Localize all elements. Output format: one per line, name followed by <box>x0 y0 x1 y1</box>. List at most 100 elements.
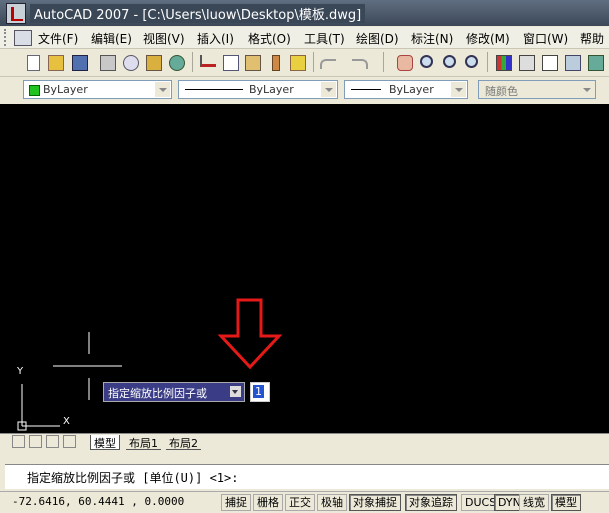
dynamic-input-tooltip: 指定缩放比例因子或 <box>103 382 245 402</box>
linetype-combo[interactable]: ByLayer <box>178 80 338 99</box>
next-tab-button[interactable] <box>46 435 59 448</box>
redo-icon <box>352 59 368 69</box>
linetype-value: ByLayer <box>249 83 294 96</box>
print-icon <box>100 55 116 71</box>
otrack-button[interactable]: 对象追踪 <box>405 494 457 511</box>
sheet-set-button[interactable] <box>563 53 581 71</box>
standard-toolbar <box>0 49 609 77</box>
grid-button[interactable]: 栅格 <box>253 494 283 511</box>
publish-button[interactable] <box>144 53 162 71</box>
print-button[interactable] <box>98 53 116 71</box>
osnap-button[interactable]: 对象捕捉 <box>349 494 401 511</box>
tab-model[interactable]: 模型 <box>90 435 120 450</box>
save-button[interactable] <box>70 53 88 71</box>
properties-button[interactable] <box>494 53 512 71</box>
menu-modify[interactable]: 修改(M) <box>466 30 510 47</box>
properties-icon <box>496 55 512 71</box>
redo-button[interactable] <box>350 53 374 71</box>
print-preview-icon <box>123 55 139 71</box>
pan-button[interactable] <box>395 53 413 71</box>
menu-draw[interactable]: 绘图(D) <box>356 30 399 47</box>
prev-tab-button[interactable] <box>29 435 42 448</box>
snap-button[interactable]: 捕捉 <box>221 494 251 511</box>
dynamic-input-box[interactable]: 1 <box>250 382 270 402</box>
menu-bar: 文件(F) 编辑(E) 视图(V) 插入(I) 格式(O) 工具(T) 绘图(D… <box>0 27 609 49</box>
options-dropdown-icon[interactable] <box>230 386 241 397</box>
down-arrow-icon <box>217 298 283 370</box>
copy-icon <box>223 55 239 71</box>
menu-window[interactable]: 窗口(W) <box>523 30 568 47</box>
zoom-previous-icon <box>465 55 478 68</box>
coordinates-display[interactable]: -72.6416, 60.4441 , 0.0000 <box>12 495 184 508</box>
paste-button[interactable] <box>243 53 261 71</box>
save-icon <box>72 55 88 71</box>
design-center-icon <box>519 55 535 71</box>
layout-tabs: 模型 布局1 布局2 <box>0 433 609 451</box>
print-preview-button[interactable] <box>121 53 139 71</box>
chevron-down-icon[interactable] <box>579 82 594 97</box>
tool-palettes-icon <box>542 55 558 71</box>
document-menu-icon[interactable] <box>14 30 32 46</box>
cut-icon <box>200 55 216 67</box>
markup-button[interactable] <box>586 53 604 71</box>
block-editor-button[interactable] <box>288 53 306 71</box>
menu-file[interactable]: 文件(F) <box>38 30 78 47</box>
ortho-button[interactable]: 正交 <box>285 494 315 511</box>
plotstyle-combo[interactable]: 随颜色 <box>478 80 596 99</box>
menu-edit[interactable]: 编辑(E) <box>91 30 132 47</box>
canvas-overlay <box>17 298 283 431</box>
color-combo[interactable]: ByLayer <box>23 80 172 99</box>
pan-icon <box>397 55 413 71</box>
copy-button[interactable] <box>221 53 239 71</box>
zoom-window-icon <box>443 55 456 68</box>
menu-grip-icon <box>4 29 14 46</box>
color-swatch <box>29 85 40 96</box>
chevron-down-icon[interactable] <box>451 82 466 97</box>
tab-layout1[interactable]: 布局1 <box>126 435 161 450</box>
first-tab-button[interactable] <box>12 435 25 448</box>
undo-button[interactable] <box>318 53 342 71</box>
drawing-canvas[interactable]: Y X <box>0 104 609 433</box>
command-line[interactable]: 指定缩放比例因子或 [单位(U)] <1>: <box>5 464 609 489</box>
zoom-realtime-icon <box>420 55 433 68</box>
model-button[interactable]: 模型 <box>551 494 581 511</box>
new-button[interactable] <box>24 53 42 71</box>
cut-button[interactable] <box>198 53 216 71</box>
linetype-preview <box>185 89 243 90</box>
color-value: ByLayer <box>43 83 88 96</box>
tab-layout2[interactable]: 布局2 <box>166 435 201 450</box>
tool-palettes-button[interactable] <box>540 53 558 71</box>
properties-toolbar: ByLayer ByLayer ByLayer 随颜色 <box>0 77 609 105</box>
lineweight-combo[interactable]: ByLayer <box>344 80 468 99</box>
new-icon <box>27 55 40 71</box>
plotstyle-value: 随颜色 <box>485 85 518 98</box>
autocad-logo-icon <box>6 3 26 24</box>
window-title: AutoCAD 2007 - [C:\Users\luow\Desktop\模板… <box>30 4 366 23</box>
open-button[interactable] <box>46 53 64 71</box>
design-center-button[interactable] <box>517 53 535 71</box>
toolbar-separator <box>487 52 488 72</box>
toolbar-separator <box>313 52 314 72</box>
menu-help[interactable]: 帮助 <box>580 30 604 47</box>
zoom-realtime-button[interactable] <box>418 53 436 71</box>
polar-button[interactable]: 极轴 <box>317 494 347 511</box>
match-properties-button[interactable] <box>266 53 284 71</box>
menu-dimension[interactable]: 标注(N) <box>411 30 453 47</box>
chevron-down-icon[interactable] <box>321 82 336 97</box>
menu-format[interactable]: 格式(O) <box>248 30 291 47</box>
menu-tools[interactable]: 工具(T) <box>304 30 345 47</box>
match-properties-icon <box>272 55 280 71</box>
last-tab-button[interactable] <box>63 435 76 448</box>
chevron-down-icon[interactable] <box>155 82 170 97</box>
3d-dwf-button[interactable] <box>167 53 185 71</box>
menu-view[interactable]: 视图(V) <box>143 30 185 47</box>
lineweight-button[interactable]: 线宽 <box>519 494 549 511</box>
paste-icon <box>245 55 261 71</box>
zoom-window-button[interactable] <box>441 53 459 71</box>
menu-insert[interactable]: 插入(I) <box>197 30 234 47</box>
open-icon <box>48 55 64 71</box>
zoom-previous-button[interactable] <box>463 53 481 71</box>
toolbar-separator <box>192 52 193 72</box>
toolbar-separator <box>383 52 384 72</box>
tooltip-prompt: 指定缩放比例因子或 <box>108 387 207 400</box>
